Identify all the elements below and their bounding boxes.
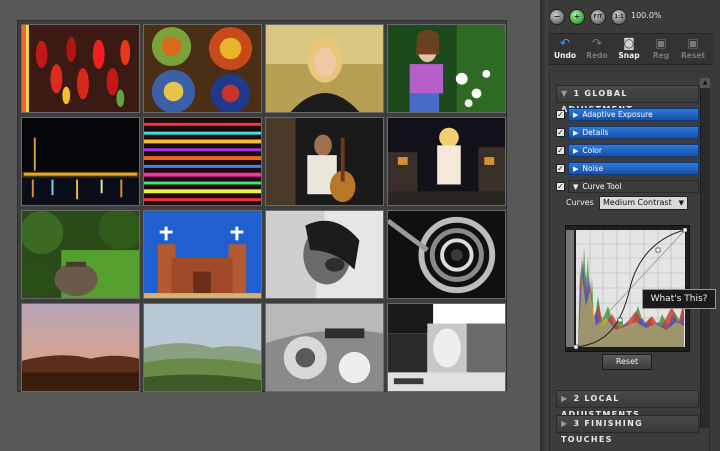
thumb-portrait-woman[interactable] — [265, 24, 384, 113]
edit-toolbar: ↶ Undo ↷ Redo ◙ Snap ▣ Reg ▣ Reset — [548, 33, 713, 65]
thumb-garden-pot[interactable] — [21, 210, 140, 299]
thumb-sunset-hills[interactable] — [21, 303, 140, 392]
curves-reset-button[interactable]: Reset — [602, 354, 652, 370]
adj-noise[interactable]: ▶ Noise — [568, 162, 699, 175]
toolbar-button-4[interactable]: ▣ Reg — [646, 36, 676, 64]
thumb-church[interactable] — [143, 210, 262, 299]
redo-button[interactable]: ↷ Redo — [582, 36, 612, 64]
scroll-up-icon[interactable]: ▲ — [700, 78, 710, 88]
checkbox-noise[interactable]: ✓ — [556, 164, 565, 173]
thumb-guitarist[interactable] — [265, 117, 384, 206]
panel-scrollbar[interactable] — [700, 78, 710, 428]
collapse-arrow-icon: ▼ — [573, 183, 579, 191]
thumb-colored-lights[interactable] — [143, 117, 262, 206]
compare-icon: ▣ — [655, 36, 667, 50]
checkbox-details[interactable]: ✓ — [556, 128, 565, 137]
zoom-level: 100.0% — [631, 11, 662, 20]
expand-arrow-icon: ▶ — [561, 419, 569, 428]
zoom-in-icon[interactable]: + — [569, 9, 585, 25]
undo-button[interactable]: ↶ Undo — [550, 36, 580, 64]
panel-divider[interactable] — [540, 0, 548, 451]
actual-size-icon[interactable]: 1:1 — [611, 9, 627, 25]
thumb-bw-motorcycle[interactable] — [265, 303, 384, 392]
toolbar-button-5[interactable]: ▣ Reset — [678, 36, 708, 64]
thumb-bw-portrait[interactable] — [265, 210, 384, 299]
zoom-out-icon[interactable]: − — [549, 9, 565, 25]
whats-this-tooltip: What's This? — [642, 289, 716, 309]
section-global-adjustment[interactable]: ▼1 GLOBAL ADJUSTMENT — [556, 85, 699, 114]
thumb-night-city[interactable] — [21, 117, 140, 206]
redo-icon: ↷ — [591, 36, 603, 50]
expand-arrow-icon: ▶ — [573, 111, 579, 119]
checkbox-curve-tool[interactable]: ✓ — [556, 182, 565, 191]
curves-label: Curves — [566, 198, 594, 207]
expand-arrow-icon: ▶ — [573, 129, 579, 137]
camera-icon: ◙ — [623, 36, 635, 50]
section-finishing-touches[interactable]: ▶ 3 FINISHING TOUCHES — [556, 415, 699, 444]
curves-preset-select[interactable]: Medium Contrast ▼ — [599, 196, 688, 210]
adj-curve-tool[interactable]: ▼ Curve Tool — [568, 180, 699, 193]
fit-icon[interactable]: FIT — [590, 9, 606, 25]
adj-adaptive-exposure[interactable]: ▶ Adaptive Exposure — [568, 108, 699, 121]
image-browser — [0, 0, 540, 451]
thumb-ceramic-plates[interactable] — [143, 24, 262, 113]
zoom-controls: − + FIT 1:1 100.0% — [545, 6, 715, 28]
dropdown-arrow-icon: ▼ — [678, 199, 684, 207]
thumb-tuscany[interactable] — [143, 303, 262, 392]
adj-color[interactable]: ▶ Color — [568, 144, 699, 157]
thumb-test-chart[interactable] — [387, 303, 506, 392]
adj-details[interactable]: ▶ Details — [568, 126, 699, 139]
collapse-arrow-icon: ▼ — [561, 89, 569, 98]
checkbox-color[interactable]: ✓ — [556, 146, 565, 155]
expand-arrow-icon: ▶ — [573, 147, 579, 155]
snap-button[interactable]: ◙ Snap — [614, 36, 644, 64]
thumb-statue-night[interactable] — [387, 117, 506, 206]
expand-arrow-icon: ▶ — [573, 165, 579, 173]
app-window: − + FIT 1:1 100.0% ↶ Undo ↷ Redo ◙ Snap … — [0, 0, 720, 451]
undo-icon: ↶ — [559, 36, 571, 50]
reset-icon: ▣ — [687, 36, 699, 50]
thumb-spiral-stairs[interactable] — [387, 210, 506, 299]
thumb-peppers[interactable] — [21, 24, 140, 113]
checkbox-adaptive-exposure[interactable]: ✓ — [556, 110, 565, 119]
expand-arrow-icon: ▶ — [561, 394, 569, 403]
thumb-girl-flowers[interactable] — [387, 24, 506, 113]
section-local-adjustments[interactable]: ▶2 LOCAL ADJUSTMENTS — [556, 390, 699, 419]
thumbnail-grid — [17, 20, 507, 392]
